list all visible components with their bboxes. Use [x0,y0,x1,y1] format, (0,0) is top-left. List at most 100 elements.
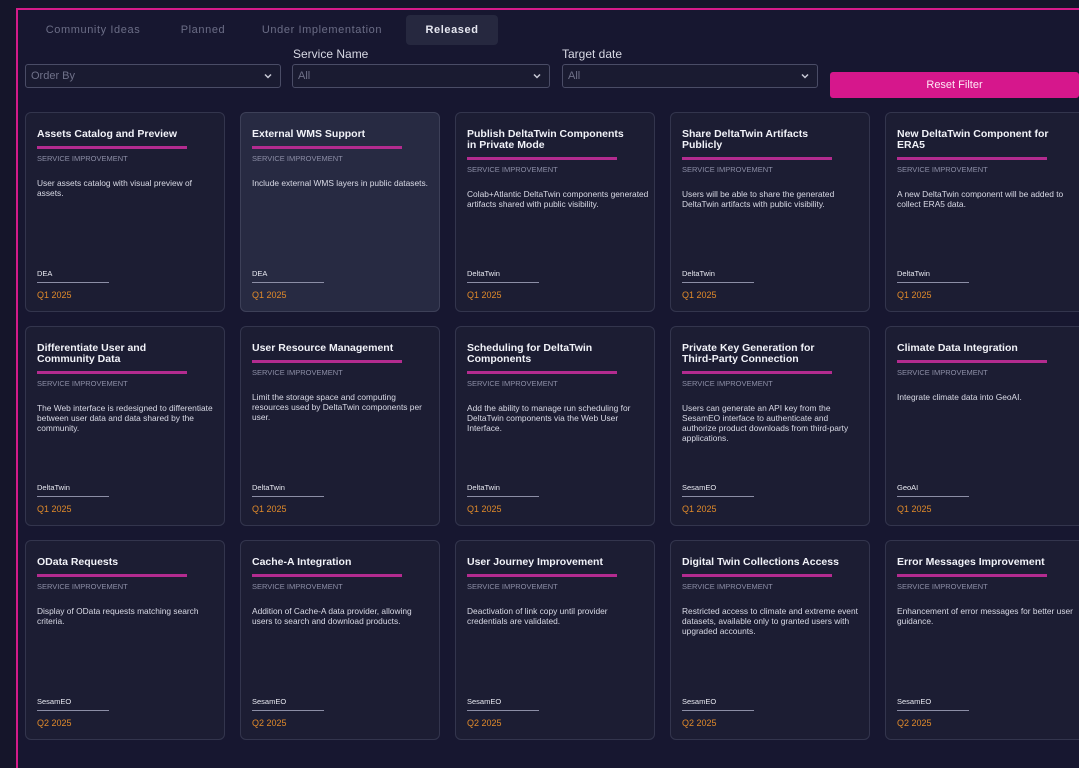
card-service-name: SesamEO [37,697,72,706]
card-category: SERVICE IMPROVEMENT [897,582,988,591]
card-title: Cache-A Integration [252,556,352,568]
card-description: Integrate climate data into GeoAI. [897,392,1022,402]
card-description: A new DeltaTwin component will be added … [897,189,1064,209]
card-divider [897,496,969,497]
roadmap-card[interactable]: User Journey Improvement SERVICE IMPROVEM… [455,540,655,740]
card-target-date: Q1 2025 [682,290,717,300]
card-service-name: SesamEO [467,697,502,706]
card-category: SERVICE IMPROVEMENT [682,379,773,388]
chevron-down-icon [801,73,809,79]
status-tabs: Community Ideas Planned Under Implementa… [18,12,498,48]
roadmap-card[interactable]: Cache-A Integration SERVICE IMPROVEMENT Ad… [240,540,440,740]
card-category: SERVICE IMPROVEMENT [682,582,773,591]
card-accent-bar [37,574,187,577]
card-category: SERVICE IMPROVEMENT [467,165,558,174]
card-divider [37,710,109,711]
card-target-date: Q1 2025 [252,504,287,514]
card-title: Scheduling for DeltaTwin Components [467,342,593,365]
service-name-value: All [298,70,311,82]
card-accent-bar [252,574,402,577]
target-date-select[interactable]: All [562,64,818,88]
roadmap-card[interactable]: Share DeltaTwin Artifacts Publicly SERVIC… [670,112,870,312]
card-service-name: DeltaTwin [682,269,715,278]
tab-planned[interactable]: Planned [168,15,238,45]
card-target-date: Q1 2025 [897,504,932,514]
card-description: Users can generate an API key from the S… [682,403,849,443]
card-category: SERVICE IMPROVEMENT [682,165,773,174]
card-service-name: GeoAI [897,483,919,492]
reset-filter-button[interactable]: Reset Filter [830,72,1079,98]
roadmap-card[interactable]: New DeltaTwin Component for ERA5 SERVICE … [885,112,1079,312]
card-description: The Web interface is redesigned to diffe… [37,403,213,433]
roadmap-card[interactable]: Climate Data Integration SERVICE IMPROVEM… [885,326,1079,526]
card-service-name: DeltaTwin [37,483,70,492]
card-accent-bar [37,371,187,374]
card-description: Add the ability to manage run scheduling… [467,403,631,433]
card-service-name: DeltaTwin [252,483,285,492]
card-accent-bar [897,574,1047,577]
card-category: SERVICE IMPROVEMENT [252,582,343,591]
roadmap-card[interactable]: Assets Catalog and Preview SERVICE IMPROV… [25,112,225,312]
card-divider [467,282,539,283]
card-target-date: Q2 2025 [682,718,717,728]
roadmap-card[interactable]: Private Key Generation for Third-Party C… [670,326,870,526]
roadmap-card[interactable]: External WMS Support SERVICE IMPROVEMENT I… [240,112,440,312]
roadmap-card[interactable]: Scheduling for DeltaTwin Components SERVI… [455,326,655,526]
card-category: SERVICE IMPROVEMENT [252,154,343,163]
card-divider [37,282,109,283]
card-description: Addition of Cache-A data provider, allow… [252,606,412,626]
card-title: New DeltaTwin Component for ERA5 [897,128,1049,151]
card-target-date: Q1 2025 [682,504,717,514]
card-accent-bar [467,371,617,374]
card-title: Error Messages Improvement [897,556,1045,568]
card-target-date: Q1 2025 [897,290,932,300]
card-accent-bar [37,146,187,149]
card-accent-bar [897,360,1047,363]
card-service-name: SesamEO [252,697,287,706]
card-description: Display of OData requests matching searc… [37,606,199,626]
card-service-name: SesamEO [682,697,717,706]
card-title: Share DeltaTwin Artifacts Publicly [682,128,809,151]
card-description: Deactivation of link copy until provider… [467,606,608,626]
card-service-name: SesamEO [682,483,717,492]
card-title: User Resource Management [252,342,394,354]
card-description: User assets catalog with visual preview … [37,178,193,198]
card-divider [467,496,539,497]
card-divider [252,496,324,497]
card-target-date: Q1 2025 [252,290,287,300]
target-date-label: Target date [562,47,623,61]
card-description: Include external WMS layers in public da… [252,178,428,188]
roadmap-card[interactable]: Digital Twin Collections Access SERVICE I… [670,540,870,740]
tab-community-ideas[interactable]: Community Ideas [18,15,168,45]
card-target-date: Q1 2025 [467,290,502,300]
service-name-label: Service Name [293,47,369,61]
roadmap-card[interactable]: Error Messages Improvement SERVICE IMPROV… [885,540,1079,740]
order-by-select[interactable]: Order By [25,64,281,88]
tab-released[interactable]: Released [406,15,498,45]
card-accent-bar [252,360,402,363]
card-target-date: Q1 2025 [467,504,502,514]
roadmap-card[interactable]: Publish DeltaTwin Components in Private … [455,112,655,312]
card-target-date: Q2 2025 [252,718,287,728]
card-divider [467,710,539,711]
card-category: SERVICE IMPROVEMENT [37,154,128,163]
roadmap-card[interactable]: Differentiate User and Community Data SER… [25,326,225,526]
card-service-name: DeltaTwin [897,269,930,278]
roadmap-card[interactable]: User Resource Management SERVICE IMPROVEM… [240,326,440,526]
card-accent-bar [682,371,832,374]
card-title: External WMS Support [252,128,366,140]
card-category: SERVICE IMPROVEMENT [467,379,558,388]
roadmap-card[interactable]: OData Requests SERVICE IMPROVEMENT Display… [25,540,225,740]
card-description: Restricted access to climate and extreme… [682,606,858,636]
tab-under-implementation[interactable]: Under Implementation [238,15,406,45]
card-description: Enhancement of error messages for better… [897,606,1073,626]
card-title: Publish DeltaTwin Components in Private … [467,128,624,151]
card-service-name: DeltaTwin [467,483,500,492]
card-category: SERVICE IMPROVEMENT [897,368,988,377]
card-category: SERVICE IMPROVEMENT [897,165,988,174]
card-divider [37,496,109,497]
card-category: SERVICE IMPROVEMENT [37,379,128,388]
card-divider [897,282,969,283]
service-name-select[interactable]: All [292,64,550,88]
card-divider [252,710,324,711]
